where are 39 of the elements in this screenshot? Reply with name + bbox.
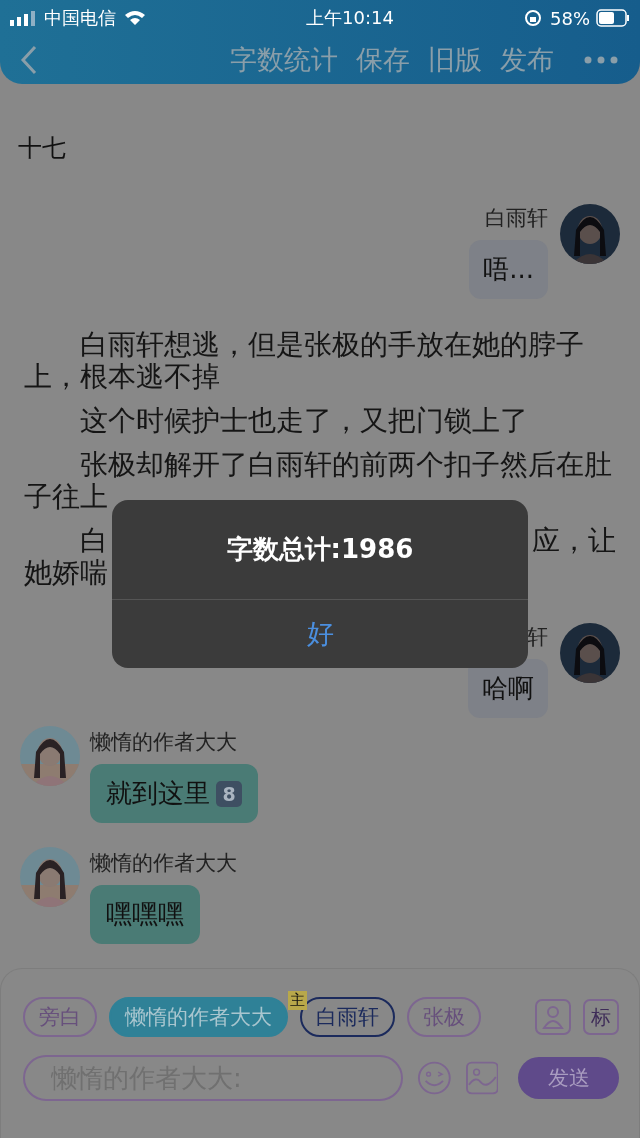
speaker-name: 懒惰的作者大大 (90, 729, 238, 756)
narration-text: 她娇喘 (24, 557, 108, 589)
character-chip[interactable]: 旁白 (23, 997, 97, 1037)
battery-icon (596, 9, 630, 27)
header-action[interactable]: 发布 (500, 42, 554, 78)
narration-text: 应，让 (532, 525, 616, 557)
carrier-text: 中国电信 (44, 6, 116, 30)
clock-text: 上午10:14 (306, 6, 394, 30)
narration-text: 白 (79, 525, 108, 557)
rotation-lock-icon (524, 9, 542, 27)
more-icon[interactable] (584, 56, 618, 64)
speaker-name: 轩 (527, 624, 548, 651)
message-bubble: 就到这里 8 (90, 764, 258, 823)
header-action[interactable]: 旧版 (428, 42, 482, 78)
message-bubble: 唔... (469, 240, 548, 299)
speaker-name: 懒惰的作者大大 (90, 850, 237, 877)
narration-text: 白雨轩想逃，但是张极的手放在她的脖子上，根本逃不掉 (23, 329, 585, 393)
signal-icon (10, 10, 36, 26)
message-bubble: 嘿嘿嘿 (90, 885, 200, 944)
emoji-icon[interactable] (417, 1060, 452, 1096)
speaker-name: 白雨轩 (485, 205, 548, 232)
character-chip[interactable]: 懒惰的作者大大 (109, 997, 288, 1037)
narration-text: 张极却解开了白雨轩的前两个扣子然后在肚子往上 (23, 449, 613, 513)
send-button[interactable]: 发送 (518, 1057, 619, 1099)
number-key-emoji: 8 (216, 780, 242, 807)
wifi-icon (124, 10, 146, 26)
contact-button[interactable] (535, 999, 571, 1035)
back-icon[interactable] (20, 45, 38, 75)
main-tag: 主 (288, 991, 307, 1010)
tag-button[interactable]: 标 (583, 999, 619, 1035)
character-chip[interactable]: 张极 (407, 997, 481, 1037)
narration-text: 这个时候护士也走了，又把门锁上了 (79, 405, 529, 437)
alert-title: 字数总计:1986 (226, 533, 414, 566)
battery-text: 58% (550, 7, 590, 29)
person-icon (541, 1004, 565, 1030)
chapter-title: 十七 (18, 133, 67, 164)
image-icon[interactable] (465, 1061, 499, 1095)
header-action[interactable]: 字数统计 (230, 42, 338, 78)
header-action[interactable]: 保存 (356, 42, 410, 78)
